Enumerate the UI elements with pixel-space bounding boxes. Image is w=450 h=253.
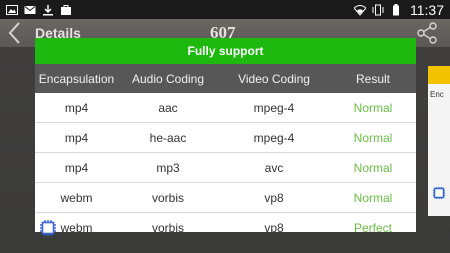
cell-result: Normal [353, 100, 393, 115]
column-header-video-coding: Video Coding [238, 71, 310, 86]
cell-encapsulation: mp4 [64, 130, 89, 145]
gmail-icon [24, 5, 36, 14]
column-header-audio-coding: Audio Coding [131, 71, 205, 86]
table-header: Encapsulation Audio Coding Video Coding … [35, 64, 416, 93]
cell-audio-coding: aac [158, 100, 178, 115]
cell-video-coding: mpeg-4 [253, 130, 295, 145]
bag-icon [61, 4, 71, 15]
cell-video-coding: vp8 [264, 190, 284, 205]
cell-video-coding: vp8 [264, 220, 284, 235]
table-row: mp4 mp3 avc Normal [35, 153, 416, 183]
share-icon[interactable] [416, 22, 438, 44]
cell-audio-coding: vorbis [151, 190, 184, 205]
chip-icon [40, 220, 56, 236]
cell-result: Normal [353, 190, 393, 205]
cell-audio-coding: vorbis [151, 220, 184, 235]
cell-encapsulation: webm [60, 190, 93, 205]
side-card: Enc [428, 66, 450, 216]
cell-result: Normal [353, 160, 393, 175]
image-icon [6, 4, 18, 15]
cell-result: Perfect [353, 220, 392, 235]
status-time: 11:37 [410, 1, 444, 18]
column-header-result: Result [355, 71, 390, 86]
table-row: mp4 he-aac mpeg-4 Normal [35, 123, 416, 153]
cell-result: Normal [353, 130, 393, 145]
table-row: webm vorbis vp8 Perfect [35, 213, 416, 242]
column-header-encapsulation: Encapsulation [38, 71, 115, 86]
cell-audio-coding: mp3 [156, 160, 180, 175]
chip-icon [433, 187, 445, 199]
back-icon[interactable] [6, 21, 24, 45]
side-card-text: Enc [430, 90, 444, 99]
status-bar: 11:37 [0, 0, 450, 19]
table-row: webm vorbis vp8 Normal [35, 183, 416, 213]
wifi-icon [354, 4, 366, 16]
download-icon [43, 4, 53, 15]
battery-icon [393, 3, 399, 15]
table-row: mp4 aac mpeg-4 Normal [35, 93, 416, 123]
cell-audio-coding: he-aac [149, 130, 187, 145]
cell-encapsulation: mp4 [64, 100, 89, 115]
dialog-title: Fully support [35, 38, 416, 64]
cell-video-coding: avc [264, 160, 284, 175]
cell-encapsulation: mp4 [64, 160, 89, 175]
support-dialog: Fully support Encapsulation Audio Coding… [35, 38, 416, 236]
cell-video-coding: mpeg-4 [253, 100, 295, 115]
side-card-strip [428, 66, 450, 84]
vibrate-icon [372, 4, 384, 15]
